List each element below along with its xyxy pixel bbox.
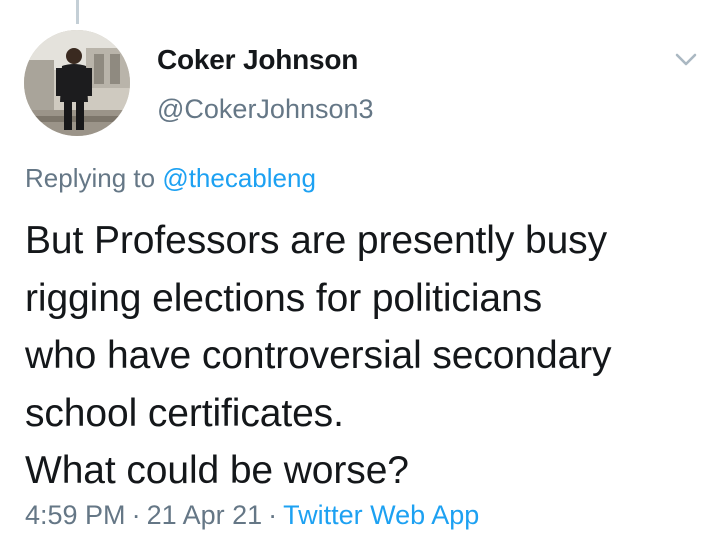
tweet-source-link[interactable]: Twitter Web App	[283, 500, 479, 530]
tweet-time[interactable]: 4:59 PM	[25, 500, 126, 530]
tweet-text-line: school certificates.	[25, 391, 344, 435]
tweet-text-line: What could be worse?	[25, 449, 409, 492]
tweet-text-line: rigging elections for politicians	[25, 276, 542, 320]
tweet-text: But Professors are presently busy riggin…	[25, 212, 705, 500]
avatar-photo	[24, 30, 130, 136]
author-display-name[interactable]: Coker Johnson	[157, 44, 358, 76]
tweet-metadata: 4:59 PM · 21 Apr 21 · Twitter Web App	[25, 500, 479, 531]
separator-dot: ·	[268, 500, 278, 530]
separator-dot: ·	[131, 500, 141, 530]
reply-context: Replying to @thecableng	[25, 163, 316, 194]
tweet-menu-button[interactable]	[672, 48, 700, 72]
reply-context-prefix: Replying to	[25, 163, 156, 193]
chevron-down-icon	[675, 53, 697, 66]
avatar[interactable]	[24, 30, 130, 136]
thread-connector-line	[76, 0, 79, 24]
reply-mention-link[interactable]: @thecableng	[162, 163, 316, 193]
author-handle[interactable]: @CokerJohnson3	[157, 94, 374, 125]
tweet-text-line: But Professors are presently busy	[25, 219, 607, 262]
tweet-date[interactable]: 21 Apr 21	[147, 500, 263, 530]
tweet-text-line: who have controversial secondary	[25, 334, 612, 377]
